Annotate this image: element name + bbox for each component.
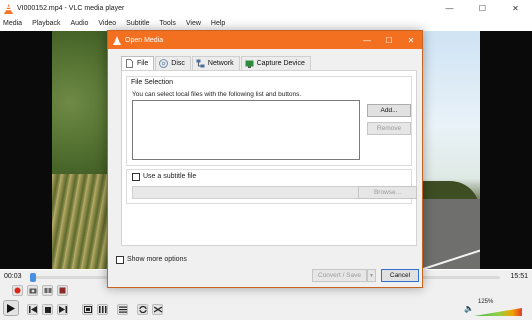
file-selection-label: File Selection [131,79,176,86]
show-more-options-label: Show more options [127,256,187,263]
remove-file-button[interactable]: Remove [367,122,411,135]
camera-icon [29,288,36,294]
previous-button[interactable] [27,304,38,315]
convert-dropdown-button[interactable]: ▼ [367,269,376,282]
browse-subtitle-button[interactable]: Browse... [358,186,417,199]
network-icon [196,59,205,68]
capture-device-icon [245,59,254,68]
menu-subtitle[interactable]: Subtitle [126,20,149,27]
playlist-icon [118,306,127,313]
add-file-button[interactable]: Add... [367,104,411,117]
loop-button[interactable] [137,304,148,315]
dialog-maximize-button[interactable]: ☐ [378,31,400,49]
minimize-button[interactable]: — [433,0,466,17]
volume-slider[interactable] [474,308,522,316]
dialog-minimize-button[interactable]: — [356,31,378,49]
tab-capture-device-label: Capture Device [256,60,305,67]
cancel-button[interactable]: Cancel [381,269,419,282]
playlist-button[interactable] [117,304,128,315]
record-button[interactable] [12,285,23,296]
stop-icon [44,306,51,313]
elapsed-time: 00:03 [4,273,22,280]
tab-network[interactable]: Network [191,56,240,70]
vlc-cone-icon [113,35,121,45]
tab-disc-label: Disc [171,60,185,67]
open-media-dialog: Open Media — ☐ ✕ File Disc Network Captu… [107,30,423,288]
record-icon [14,287,21,294]
total-time: 15:51 [510,273,528,280]
tab-file-label: File [137,60,149,67]
subtitle-group: Use a subtitle file Browse... [126,169,417,204]
close-button[interactable]: ✕ [499,0,532,17]
next-icon [58,306,67,313]
file-selection-group: File Selection You can select local file… [126,76,412,166]
source-tabs: File Disc Network Capture Device [121,56,312,70]
menu-bar: Media Playback Audio Video Subtitle Tool… [0,17,532,30]
menu-playback[interactable]: Playback [32,20,60,27]
use-subtitle-checkbox[interactable] [132,173,140,181]
vlc-cone-icon [4,3,13,14]
play-button[interactable] [3,300,19,316]
snapshot-button[interactable] [27,285,38,296]
menu-media[interactable]: Media [3,20,22,27]
menu-video[interactable]: Video [98,20,116,27]
vlc-titlebar: VI000152.mp4 - VLC media player — ☐ ✕ [0,0,532,17]
main-controls: 🔈 125% [0,298,532,320]
fullscreen-icon [83,306,92,313]
menu-audio[interactable]: Audio [70,20,88,27]
speaker-icon[interactable]: 🔈 [464,304,474,313]
previous-icon [28,306,37,313]
disc-icon [159,59,169,68]
tab-network-label: Network [207,60,234,67]
shuffle-icon [153,306,162,313]
play-icon [7,303,15,313]
equalizer-icon [98,306,106,313]
window-title: VI000152.mp4 - VLC media player [17,5,125,12]
show-more-options-checkbox[interactable] [116,256,124,264]
file-selection-hint: You can select local files with the foll… [132,91,302,98]
extended-settings-button[interactable] [97,304,108,315]
menu-tools[interactable]: Tools [160,20,176,27]
use-subtitle-label: Use a subtitle file [143,173,197,180]
frame-step-button[interactable] [57,285,68,296]
convert-save-button[interactable]: Convert / Save [312,269,367,282]
dialog-title: Open Media [125,36,164,44]
shuffle-button[interactable] [152,304,163,315]
loop-icon [138,306,147,313]
volume-level: 125% [478,299,494,305]
loop-ab-icon [44,288,51,293]
frame-step-icon [59,287,66,294]
maximize-button[interactable]: ☐ [466,0,499,17]
dialog-close-button[interactable]: ✕ [400,31,422,49]
file-tab-panel: File Selection You can select local file… [121,70,417,246]
tab-file[interactable]: File [121,56,155,70]
next-button[interactable] [57,304,68,315]
file-list[interactable] [132,100,360,160]
fullscreen-button[interactable] [82,304,93,315]
subtitle-file-input[interactable] [132,186,359,199]
volume-control[interactable]: 🔈 125% [464,299,524,316]
menu-help[interactable]: Help [211,20,225,27]
seek-handle[interactable] [30,273,36,282]
stop-button[interactable] [42,304,53,315]
file-icon [125,59,134,68]
tab-capture-device[interactable]: Capture Device [240,56,311,70]
tab-disc[interactable]: Disc [155,56,191,70]
menu-view[interactable]: View [186,20,201,27]
dialog-titlebar: Open Media — ☐ ✕ [108,31,422,49]
loop-ab-button[interactable] [42,285,53,296]
